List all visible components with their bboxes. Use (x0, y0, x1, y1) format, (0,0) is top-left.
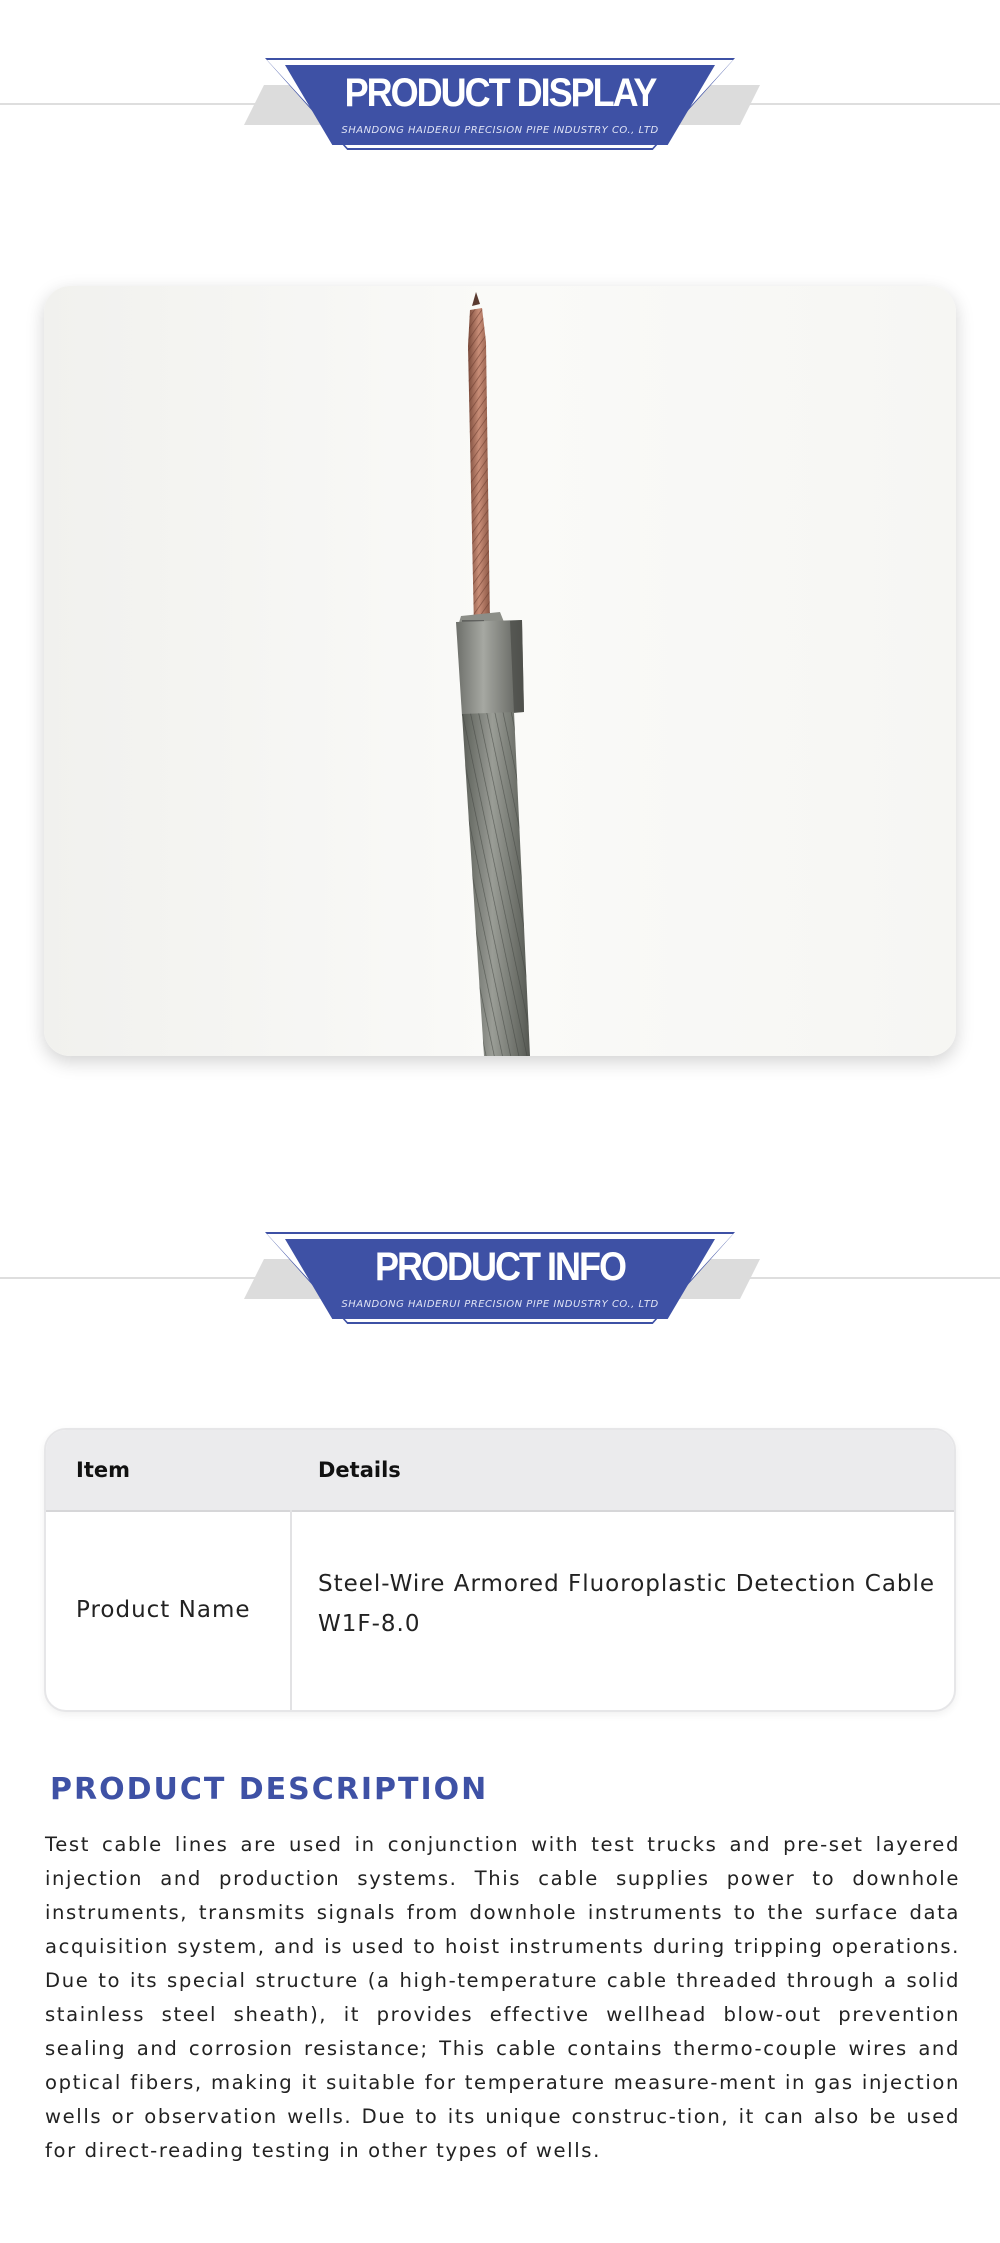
details-line: Steel-Wire Armored Fluoroplastic Detecti… (318, 1571, 936, 1597)
banner-title: PRODUCT DISPLAY (344, 69, 658, 115)
product-info-table: Item Details Product Name Steel-Wire Arm… (44, 1428, 956, 1712)
table-header: Item Details (46, 1430, 954, 1512)
details-line: W1F-8.0 (318, 1611, 421, 1637)
row-item-product-name: Product Name (76, 1597, 251, 1623)
product-info-banner: PRODUCT INFO SHANDONG HAIDERUI PRECISION… (0, 1232, 1000, 1332)
banner-subtitle: SHANDONG HAIDERUI PRECISION PIPE INDUSTR… (341, 1299, 659, 1310)
banner-subtitle: SHANDONG HAIDERUI PRECISION PIPE INDUSTR… (341, 125, 659, 136)
row-details-product-name: Steel-Wire Armored Fluoroplastic Detecti… (318, 1564, 935, 1644)
product-display-banner: PRODUCT DISPLAY SHANDONG HAIDERUI PRECIS… (0, 58, 1000, 158)
cable-illustration (456, 292, 530, 1056)
column-header-item: Item (76, 1458, 130, 1482)
banner-title: PRODUCT INFO (375, 1243, 627, 1289)
column-header-details: Details (318, 1458, 401, 1482)
column-divider (290, 1510, 292, 1710)
product-image (44, 286, 956, 1056)
description-heading: PRODUCT DESCRIPTION (50, 1772, 489, 1807)
description-body: Test cable lines are used in conjunction… (45, 1833, 960, 2162)
